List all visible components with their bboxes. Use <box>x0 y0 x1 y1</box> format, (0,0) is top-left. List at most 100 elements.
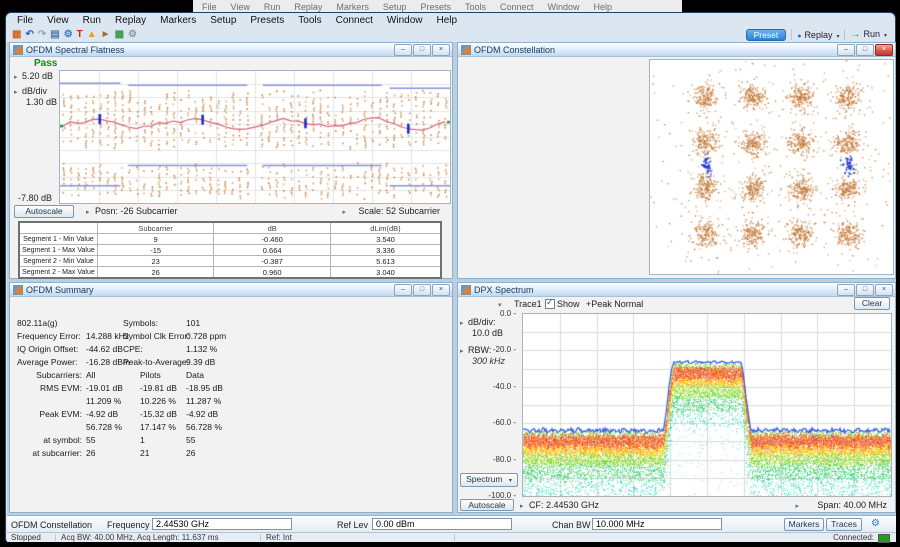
clear-button[interactable]: Clear <box>854 297 890 310</box>
span-readout[interactable]: Span: 40.00 MHz <box>817 500 887 510</box>
scale-readout[interactable]: Scale: 52 Subcarrier <box>358 206 440 216</box>
spectrum-dropdown[interactable]: Spectrum ▾ <box>460 473 518 487</box>
replay-button[interactable]: ●Replay▾ <box>797 30 839 40</box>
close-button[interactable]: × <box>875 284 893 296</box>
chevron-down-icon: ▾ <box>509 478 512 484</box>
run-dropdown-arrow[interactable]: ▾ <box>884 33 887 39</box>
chevron-right-icon[interactable]: ▸ <box>460 319 464 329</box>
flatness-table-header: dB <box>214 222 331 234</box>
restore-button[interactable]: □ <box>413 284 431 296</box>
tek-t-icon[interactable]: T <box>77 28 83 41</box>
close-button[interactable]: × <box>432 44 450 56</box>
row-label: Segment 1 - Min Value <box>19 234 97 245</box>
summary-value: Pilots <box>140 370 161 380</box>
summary-label: Frequency Error: <box>17 331 81 341</box>
chart-icon <box>13 285 23 295</box>
menu-connect[interactable]: Connect <box>329 15 380 26</box>
y-top-label: 5.20 dB <box>22 71 53 81</box>
status-bar: Stopped Acq BW: 40.00 MHz, Acq Length: 1… <box>7 532 896 542</box>
cell-value: 3.540 <box>330 234 441 245</box>
run-icon: → <box>850 29 860 40</box>
constellation-titlebar[interactable]: OFDM Constellation – □ × <box>458 43 895 57</box>
close-button[interactable]: × <box>875 44 893 56</box>
restore-button[interactable]: □ <box>856 44 874 56</box>
chan-bw-input[interactable] <box>592 518 722 530</box>
show-checkbox[interactable]: ✓ <box>545 299 555 309</box>
undo-icon[interactable]: ↶ <box>25 28 33 41</box>
menu-replay[interactable]: Replay <box>108 15 153 26</box>
chevron-right-icon[interactable]: ▸ <box>460 347 464 357</box>
restore-button[interactable]: □ <box>856 284 874 296</box>
menu-presets[interactable]: Presets <box>243 15 291 26</box>
preset-button[interactable]: Preset <box>746 29 787 41</box>
summary-value: 55 <box>186 435 195 445</box>
summary-value: 10.226 % <box>140 396 176 406</box>
constellation-plot[interactable] <box>649 59 894 275</box>
flatness-table-header: dLim(dB) <box>330 222 441 234</box>
chevron-right-icon[interactable]: ▸ <box>86 208 90 218</box>
menu-markers[interactable]: Markers <box>153 15 203 26</box>
markers-icon[interactable]: ▲ <box>87 28 97 41</box>
summary-label: IQ Origin Offset: <box>17 344 78 354</box>
menu-setup[interactable]: Setup <box>203 15 243 26</box>
menu-run[interactable]: Run <box>76 15 108 26</box>
y-bottom-label: -7.80 dB <box>18 193 52 203</box>
displays-icon[interactable]: ▦ <box>115 28 124 41</box>
db-div-value: 10.0 dB <box>472 328 503 338</box>
chevron-right-icon[interactable]: ▸ <box>14 88 18 98</box>
trace1-label[interactable]: Trace1 <box>514 299 542 309</box>
cell-value: 23 <box>97 256 214 267</box>
minimize-button[interactable]: – <box>837 44 855 56</box>
gear-icon[interactable]: ⚙ <box>871 518 880 529</box>
traces-button[interactable]: Traces <box>826 518 862 531</box>
print-icon[interactable]: ▤ <box>50 28 59 41</box>
ref-lev-input[interactable] <box>372 518 512 530</box>
chevron-right-icon[interactable]: ▸ <box>795 502 799 512</box>
presets-icon[interactable]: ► <box>101 28 111 41</box>
minimize-button[interactable]: – <box>394 44 412 56</box>
autoscale-button[interactable]: Autoscale <box>460 499 514 511</box>
menu-tools[interactable]: Tools <box>291 15 328 26</box>
menu-window[interactable]: Window <box>380 15 430 26</box>
replay-dropdown-arrow[interactable]: ▾ <box>836 34 839 40</box>
minimize-button[interactable]: – <box>837 284 855 296</box>
chart-icon <box>461 45 471 55</box>
menu-file[interactable]: File <box>10 15 40 26</box>
settings-icon[interactable]: ⚙ <box>64 28 73 41</box>
panel-ofdm-summary: OFDM Summary – □ × 802.11a(g)Symbols:101… <box>9 282 453 513</box>
options-icon[interactable]: ⚙ <box>128 28 137 41</box>
row-label: Segment 1 - Max Value <box>19 245 97 256</box>
markers-button[interactable]: Markers <box>784 518 824 531</box>
dpx-plot[interactable] <box>522 313 892 497</box>
summary-value: -15.32 dB <box>140 409 177 419</box>
connected-label: Connected: <box>833 534 874 542</box>
position-readout[interactable]: Posn: -26 Subcarrier <box>95 206 178 216</box>
menu-view[interactable]: View <box>40 15 76 26</box>
frequency-input[interactable] <box>152 518 292 530</box>
cf-readout[interactable]: CF: 2.44530 GHz <box>529 500 599 510</box>
run-button[interactable]: →Run▾ <box>850 29 887 40</box>
chart-icon <box>461 285 471 295</box>
dpx-y-tick: -40.0 - <box>484 382 516 391</box>
summary-value: 21 <box>140 448 149 458</box>
menu-help[interactable]: Help <box>429 15 464 26</box>
flatness-plot[interactable] <box>59 70 451 204</box>
summary-titlebar[interactable]: OFDM Summary – □ × <box>10 283 452 297</box>
acq-info: Acq BW: 40.00 MHz, Acq Length: 11.637 ms <box>61 534 219 542</box>
close-button[interactable]: × <box>432 284 450 296</box>
panel-title: DPX Spectrum <box>474 285 534 295</box>
summary-value: 56.728 % <box>186 422 222 432</box>
chevron-right-icon[interactable]: ▸ <box>14 73 18 83</box>
flatness-titlebar[interactable]: OFDM Spectral Flatness – □ × <box>10 43 452 57</box>
table-row: Segment 1 - Min Value9-0.4603.540 <box>19 234 441 245</box>
redo-icon[interactable]: ↷ <box>38 28 46 41</box>
dpx-titlebar[interactable]: DPX Spectrum – □ × <box>458 283 895 297</box>
save-icon[interactable]: ▦ <box>12 28 21 41</box>
chevron-right-icon[interactable]: ▸ <box>342 208 346 218</box>
chevron-right-icon[interactable]: ▸ <box>520 502 524 512</box>
restore-button[interactable]: □ <box>413 44 431 56</box>
autoscale-button[interactable]: Autoscale <box>14 205 74 218</box>
summary-value: 101 <box>186 318 200 328</box>
cell-value: 3.336 <box>330 245 441 256</box>
minimize-button[interactable]: – <box>394 284 412 296</box>
